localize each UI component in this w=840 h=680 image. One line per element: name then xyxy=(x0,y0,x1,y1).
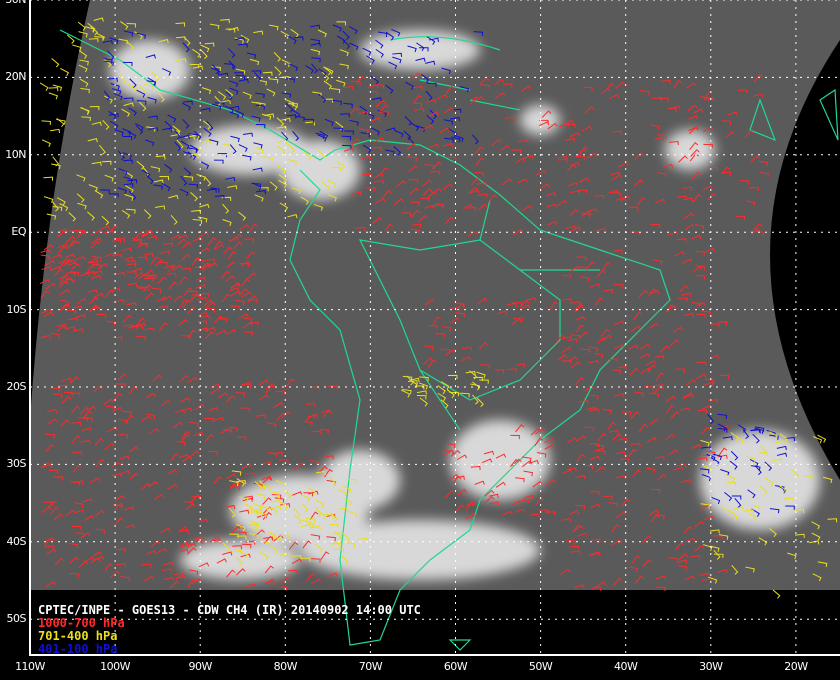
lat-tick-label: 20S xyxy=(6,380,27,393)
lon-tick-label: 20W xyxy=(784,660,808,673)
cloud xyxy=(110,40,190,100)
lon-tick-label: 30W xyxy=(699,660,723,673)
lon-tick-label: 90W xyxy=(188,660,213,673)
lon-tick-label: 40W xyxy=(614,660,638,673)
satellite-image xyxy=(30,0,840,590)
lon-tick-label: 60W xyxy=(443,660,468,673)
lat-tick-label: 10N xyxy=(5,147,26,161)
cloud xyxy=(700,430,820,530)
lat-tick-label: 10S xyxy=(6,302,27,316)
cloud xyxy=(360,30,480,70)
lon-tick-label: 110W xyxy=(15,660,45,673)
lon-tick-label: 70W xyxy=(358,660,383,673)
lat-tick-label: 30N xyxy=(2,0,26,6)
lat-tick-label: 40S xyxy=(6,534,27,548)
lon-tick-label: 100W xyxy=(100,660,131,673)
lat-tick-label: EQ xyxy=(11,225,26,239)
legend-high-level: 401-100 hPa xyxy=(38,642,118,656)
cloud xyxy=(665,130,715,170)
lat-tick-label: 50S xyxy=(6,612,27,626)
cloud xyxy=(320,450,400,510)
satellite-wind-map xyxy=(29,0,840,656)
lat-tick-label: 30S xyxy=(6,457,27,471)
lon-tick-label: 50W xyxy=(528,660,553,673)
lat-tick-label: 20N xyxy=(5,70,26,84)
lon-tick-label: 80W xyxy=(273,660,298,673)
cloud xyxy=(300,520,540,580)
